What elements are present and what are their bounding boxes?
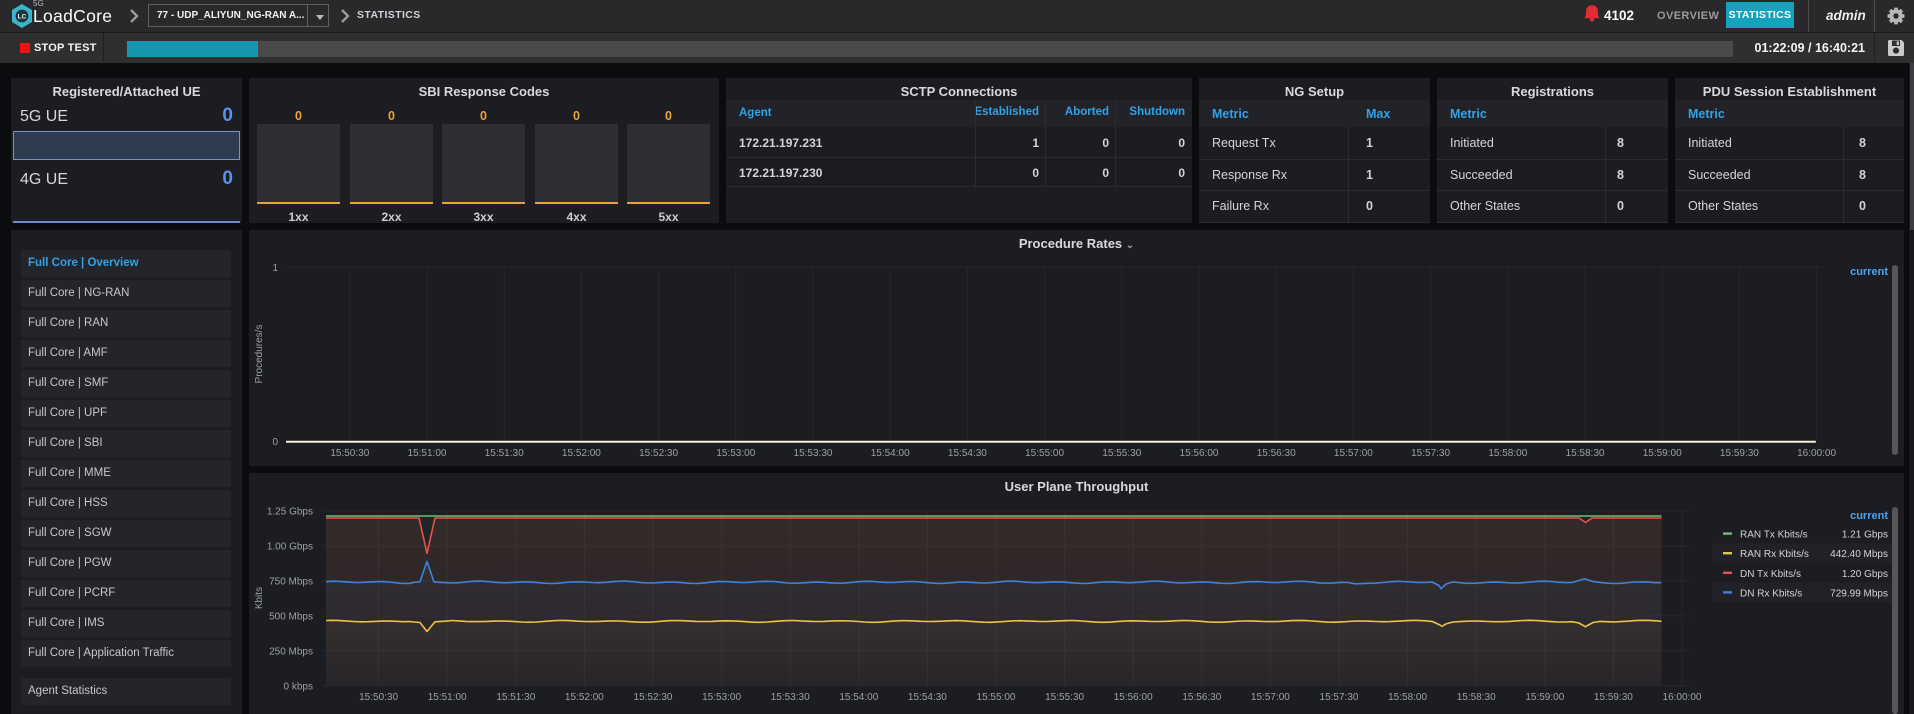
- svg-text:15:59:30: 15:59:30: [1720, 448, 1759, 459]
- svg-text:15:52:00: 15:52:00: [565, 692, 604, 703]
- svg-text:Procedures/s: Procedures/s: [254, 325, 265, 384]
- svg-text:16:00:00: 16:00:00: [1797, 448, 1836, 459]
- svg-text:current: current: [1850, 510, 1888, 522]
- svg-text:250 Mbps: 250 Mbps: [269, 646, 313, 657]
- svg-text:15:54:30: 15:54:30: [948, 448, 987, 459]
- svg-text:16:00:00: 16:00:00: [1663, 692, 1702, 703]
- svg-text:15:53:00: 15:53:00: [702, 692, 741, 703]
- svg-text:15:59:00: 15:59:00: [1525, 692, 1564, 703]
- svg-text:DN Rx Kbits/s: DN Rx Kbits/s: [1740, 588, 1802, 599]
- svg-text:15:56:30: 15:56:30: [1257, 448, 1296, 459]
- svg-text:0 kbps: 0 kbps: [284, 681, 313, 692]
- svg-text:1.21 Gbps: 1.21 Gbps: [1842, 530, 1888, 541]
- svg-text:15:54:00: 15:54:00: [839, 692, 878, 703]
- svg-text:15:57:30: 15:57:30: [1320, 692, 1359, 703]
- svg-text:15:57:30: 15:57:30: [1411, 448, 1450, 459]
- svg-text:750 Mbps: 750 Mbps: [269, 576, 313, 587]
- svg-text:1: 1: [272, 263, 278, 274]
- svg-text:Kbits: Kbits: [254, 587, 265, 609]
- svg-text:15:51:30: 15:51:30: [496, 692, 535, 703]
- svg-text:1.20 Gbps: 1.20 Gbps: [1842, 569, 1888, 580]
- svg-text:15:56:00: 15:56:00: [1114, 692, 1153, 703]
- svg-text:15:55:30: 15:55:30: [1045, 692, 1084, 703]
- svg-text:1.25 Gbps: 1.25 Gbps: [267, 507, 313, 518]
- svg-text:15:58:30: 15:58:30: [1457, 692, 1496, 703]
- svg-text:15:51:00: 15:51:00: [408, 448, 447, 459]
- svg-text:15:52:00: 15:52:00: [562, 448, 601, 459]
- svg-text:15:56:30: 15:56:30: [1182, 692, 1221, 703]
- svg-text:15:51:00: 15:51:00: [428, 692, 467, 703]
- svg-text:15:56:00: 15:56:00: [1180, 448, 1219, 459]
- svg-text:0: 0: [272, 437, 278, 448]
- svg-text:15:58:00: 15:58:00: [1388, 692, 1427, 703]
- svg-text:current: current: [1850, 266, 1888, 278]
- svg-text:1.00 Gbps: 1.00 Gbps: [267, 542, 313, 553]
- svg-text:RAN Tx Kbits/s: RAN Tx Kbits/s: [1740, 530, 1808, 541]
- svg-text:15:58:00: 15:58:00: [1488, 448, 1527, 459]
- svg-text:15:53:30: 15:53:30: [771, 692, 810, 703]
- svg-text:15:55:00: 15:55:00: [1025, 448, 1064, 459]
- svg-text:15:52:30: 15:52:30: [639, 448, 678, 459]
- svg-text:15:51:30: 15:51:30: [485, 448, 524, 459]
- svg-text:15:54:30: 15:54:30: [908, 692, 947, 703]
- svg-text:15:57:00: 15:57:00: [1334, 448, 1373, 459]
- svg-text:15:53:30: 15:53:30: [794, 448, 833, 459]
- svg-text:15:50:30: 15:50:30: [359, 692, 398, 703]
- svg-text:15:55:00: 15:55:00: [977, 692, 1016, 703]
- svg-text:15:52:30: 15:52:30: [634, 692, 673, 703]
- svg-text:15:50:30: 15:50:30: [330, 448, 369, 459]
- svg-text:15:55:30: 15:55:30: [1102, 448, 1141, 459]
- svg-text:15:59:00: 15:59:00: [1643, 448, 1682, 459]
- svg-text:15:54:00: 15:54:00: [871, 448, 910, 459]
- svg-text:DN Tx Kbits/s: DN Tx Kbits/s: [1740, 569, 1801, 580]
- svg-text:500 Mbps: 500 Mbps: [269, 611, 313, 622]
- svg-text:15:59:30: 15:59:30: [1594, 692, 1633, 703]
- svg-text:729.99 Mbps: 729.99 Mbps: [1830, 588, 1888, 599]
- svg-text:442.40 Mbps: 442.40 Mbps: [1830, 549, 1888, 560]
- svg-text:LC: LC: [18, 13, 27, 20]
- svg-text:15:57:00: 15:57:00: [1251, 692, 1290, 703]
- svg-text:15:53:00: 15:53:00: [716, 448, 755, 459]
- svg-text:RAN Rx Kbits/s: RAN Rx Kbits/s: [1740, 549, 1809, 560]
- svg-text:15:58:30: 15:58:30: [1566, 448, 1605, 459]
